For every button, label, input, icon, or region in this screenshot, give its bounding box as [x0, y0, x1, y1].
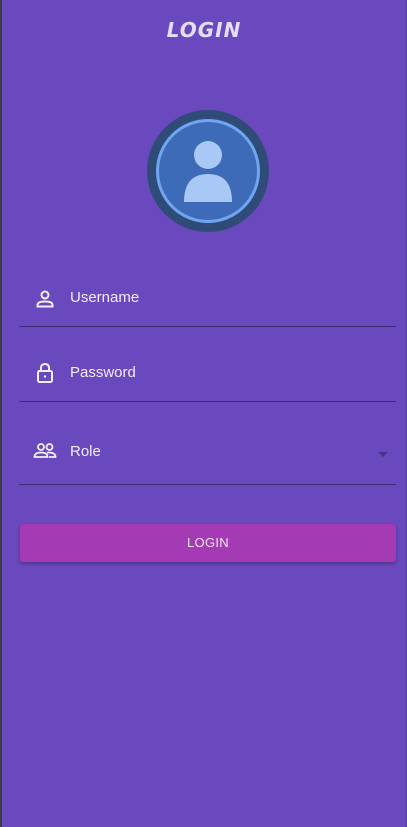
- lock-icon: [33, 361, 57, 385]
- login-screen: LOGIN Username Password Role LOGIN: [0, 0, 407, 827]
- chevron-down-icon[interactable]: [378, 452, 388, 457]
- avatar: [147, 110, 269, 232]
- role-placeholder: Role: [70, 443, 101, 460]
- username-field[interactable]: Username: [19, 280, 396, 327]
- people-icon: [33, 439, 57, 463]
- role-select[interactable]: Role: [19, 430, 396, 485]
- person-icon: [33, 287, 57, 311]
- page-title: LOGIN: [166, 18, 242, 42]
- username-placeholder: Username: [70, 289, 140, 306]
- password-placeholder: Password: [70, 364, 136, 381]
- password-field[interactable]: Password: [19, 355, 396, 402]
- avatar-icon: [156, 119, 260, 223]
- login-button[interactable]: LOGIN: [20, 524, 396, 562]
